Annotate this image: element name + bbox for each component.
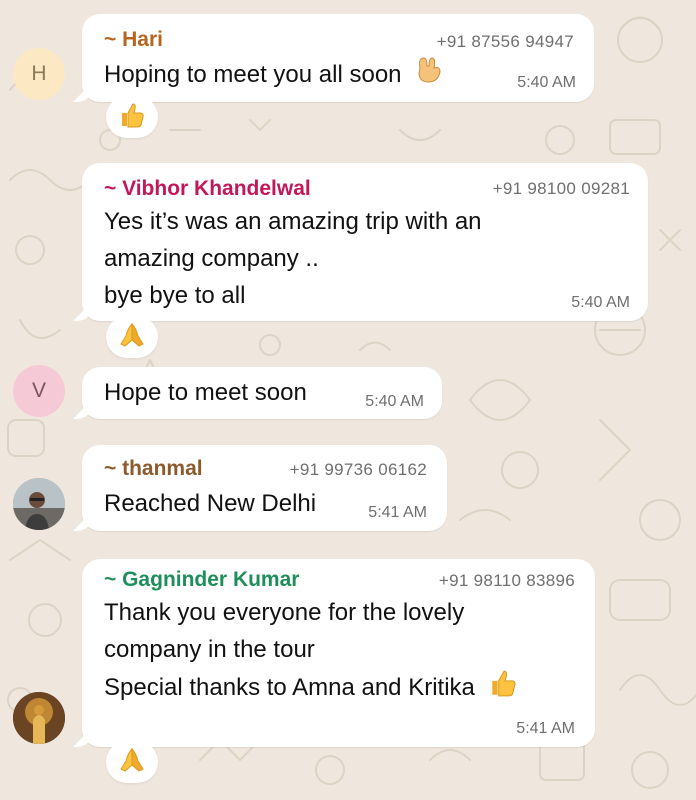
sender-name[interactable]: ~ Gagninder Kumar bbox=[104, 568, 299, 592]
avatar[interactable] bbox=[13, 692, 65, 744]
message-time: 5:40 AM bbox=[571, 294, 630, 311]
rock-hand-emoji bbox=[414, 56, 444, 95]
avatar[interactable]: H bbox=[13, 48, 65, 100]
thumbs-up-emoji bbox=[118, 101, 146, 134]
sender-phone: +91 99736 06162 bbox=[289, 460, 427, 479]
message-line: Yes it’s was an amazing trip with an bbox=[104, 208, 482, 235]
sender-name[interactable]: ~ Hari bbox=[104, 28, 163, 52]
avatar-initial: H bbox=[31, 62, 47, 85]
message-text: Yes it’s was an amazing trip with an ama… bbox=[104, 203, 482, 314]
message-bubble[interactable]: Hope to meet soon 5:40 AM bbox=[82, 367, 442, 419]
avatar[interactable]: V bbox=[13, 365, 65, 417]
message-line: amazing company .. bbox=[104, 245, 319, 272]
sender-phone: +91 98110 83896 bbox=[438, 571, 575, 590]
profile-photo bbox=[13, 692, 65, 744]
message-bubble[interactable]: ~ Gagninder Kumar +91 98110 83896 Thank … bbox=[82, 559, 595, 747]
message-line: bye bye to all bbox=[104, 282, 246, 309]
message-time: 5:40 AM bbox=[365, 393, 424, 410]
message-time: 5:41 AM bbox=[516, 720, 575, 737]
message-text: Hope to meet soon bbox=[104, 379, 307, 406]
message-text: Reached New Delhi bbox=[104, 490, 317, 517]
message-bubble[interactable]: ~ Vibhor Khandelwal +91 98100 09281 Yes … bbox=[82, 163, 648, 321]
sender-phone: +91 87556 94947 bbox=[436, 32, 574, 51]
message-text: Thank you everyone for the lovely compan… bbox=[104, 594, 518, 709]
message-bubble[interactable]: ~ Hari +91 87556 94947 Hoping to meet yo… bbox=[82, 14, 594, 102]
message-line: Thank you everyone for the lovely bbox=[104, 599, 465, 626]
avatar-initial: V bbox=[31, 379, 46, 402]
folded-hands-emoji bbox=[118, 321, 146, 354]
sender-name[interactable]: ~ Vibhor Khandelwal bbox=[104, 177, 311, 201]
reaction-badge[interactable] bbox=[106, 741, 158, 783]
sender-phone: +91 98100 09281 bbox=[492, 179, 630, 198]
reaction-badge[interactable] bbox=[106, 316, 158, 358]
thumbs-up-emoji bbox=[488, 668, 518, 709]
folded-hands-emoji bbox=[118, 746, 146, 779]
message-line: Hoping to meet you all soon bbox=[104, 61, 402, 88]
message-bubble[interactable]: ~ thanmal +91 99736 06162 Reached New De… bbox=[82, 445, 447, 531]
message-time: 5:41 AM bbox=[368, 504, 427, 521]
message-text: Hoping to meet you all soon bbox=[104, 56, 444, 95]
sender-name[interactable]: ~ thanmal bbox=[104, 457, 203, 481]
profile-photo bbox=[13, 478, 65, 530]
avatar[interactable] bbox=[13, 478, 65, 530]
message-line: company in the tour bbox=[104, 636, 315, 663]
reaction-badge[interactable] bbox=[106, 96, 158, 138]
message-time: 5:40 AM bbox=[517, 74, 576, 91]
message-line: Special thanks to Amna and Kritika bbox=[104, 673, 475, 701]
